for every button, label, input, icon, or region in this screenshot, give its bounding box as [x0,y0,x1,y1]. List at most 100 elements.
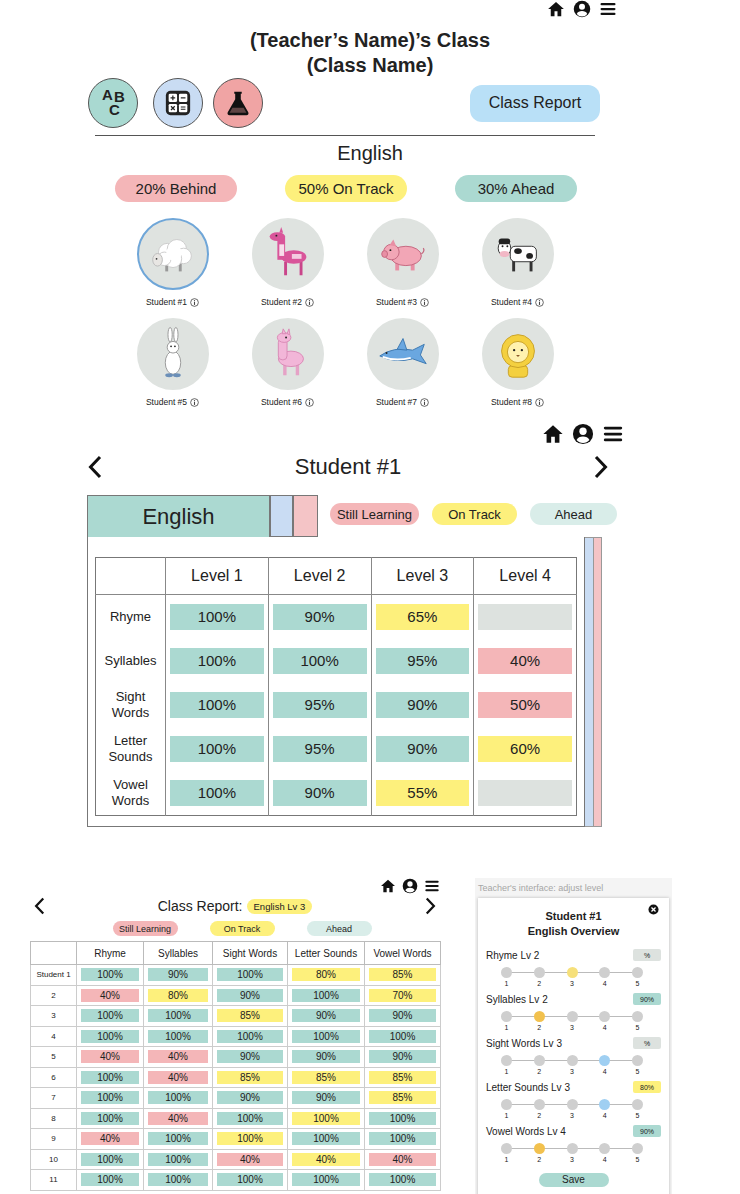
subject-button[interactable] [153,78,203,128]
class-report-button[interactable]: Class Report [470,85,600,122]
subject-button[interactable] [213,78,263,128]
table-row: 11100%100%100%100%100% [31,1170,441,1191]
table-cell: 100% [166,683,269,727]
slider-dot[interactable] [632,1099,643,1110]
animal-icon [144,225,202,283]
subject-button[interactable]: ABC [88,78,138,128]
table-cell: 95% [371,639,474,683]
menu-icon[interactable] [599,0,617,18]
slider-dot[interactable] [632,1011,643,1022]
user-icon[interactable] [402,878,418,894]
slider-dot[interactable] [632,1143,643,1154]
info-icon[interactable] [305,298,314,307]
slider-dot[interactable] [599,1055,610,1066]
dot-label: 1 [501,1022,512,1033]
menu-icon[interactable] [602,423,624,445]
student-avatar[interactable] [367,218,439,290]
level-slider[interactable] [501,1142,643,1154]
score-cell: 100% [170,692,264,718]
student-avatar[interactable] [367,318,439,390]
save-button[interactable]: Save [539,1173,609,1187]
table-row: 8100%40%100%100%100% [31,1108,441,1129]
table-cell: 100% [77,965,144,986]
student-avatar[interactable] [137,218,209,290]
summary-pill: 20% Behind [115,175,237,202]
level-slider[interactable] [501,1054,643,1066]
info-icon[interactable] [190,398,199,407]
info-icon[interactable] [305,398,314,407]
row-label: 2 [31,985,77,1006]
dot-label: 2 [534,1022,545,1033]
student-avatar[interactable] [137,318,209,390]
user-icon[interactable] [572,423,594,445]
overview-panel: Student #1English OverviewRhyme Lv 2%123… [478,898,669,1194]
slider-dot[interactable] [599,1099,610,1110]
slider-dot[interactable] [567,1011,578,1022]
home-icon[interactable] [542,423,564,445]
level-tag: English Lv 3 [247,899,313,914]
chevron-right-icon[interactable] [594,455,608,479]
slider-dot[interactable] [599,1011,610,1022]
slider-dot[interactable] [534,967,545,978]
slider-dot[interactable] [534,1143,545,1154]
slider-dot[interactable] [599,967,610,978]
student-label: Student #5 [146,396,199,408]
user-icon[interactable] [573,0,591,18]
slider-dot[interactable] [567,1143,578,1154]
class-view: (Teacher’s Name)’s Class(Class Name)ABCC… [0,0,740,418]
table-row: 3100%100%85%90%90% [31,1006,441,1027]
slider-dot[interactable] [534,1055,545,1066]
student-label: Student #3 [376,296,429,308]
slider-dot[interactable] [534,1011,545,1022]
student-avatar[interactable] [252,218,324,290]
slider-dot[interactable] [501,1055,512,1066]
level-slider[interactable] [501,966,643,978]
slider-dot[interactable] [534,1099,545,1110]
score-cell: 100% [148,1153,208,1166]
student-avatar[interactable] [482,318,554,390]
student-avatar[interactable] [482,218,554,290]
student-avatar[interactable] [252,318,324,390]
student-label: Student #2 [261,296,314,308]
info-icon[interactable] [420,398,429,407]
score-cell: 55% [376,780,470,806]
info-icon[interactable] [420,298,429,307]
header-icons [0,0,740,18]
table-cell: 100% [77,1067,144,1088]
tab-row: EnglishStill LearningOn TrackAhead [87,495,740,537]
slider-dot[interactable] [567,1099,578,1110]
slider-dot[interactable] [501,1011,512,1022]
home-icon[interactable] [380,878,396,894]
slider-dot[interactable] [599,1143,610,1154]
slider-dot[interactable] [501,1143,512,1154]
close-icon[interactable] [648,904,659,915]
score-cell: 90% [292,1091,360,1104]
table-cell: 40% [365,1149,441,1170]
table-cell [474,595,577,640]
info-icon[interactable] [190,298,199,307]
slider-dot[interactable] [567,1055,578,1066]
subject-tab[interactable] [270,495,293,537]
chevron-left-icon[interactable] [88,455,102,479]
info-icon[interactable] [535,398,544,407]
slider-dot[interactable] [632,1055,643,1066]
chevron-right-icon[interactable] [425,897,436,915]
student-panel: EnglishStill LearningOn TrackAheadLevel … [87,495,740,827]
subject-tab[interactable] [293,495,318,537]
info-icon[interactable] [535,298,544,307]
table-cell: 100% [213,965,288,986]
level-slider[interactable] [501,1098,643,1110]
slider-dot[interactable] [501,967,512,978]
menu-icon[interactable] [424,878,440,894]
slider-dot[interactable] [567,967,578,978]
home-icon[interactable] [547,0,565,18]
col [166,558,269,816]
chevron-left-icon[interactable] [34,897,45,915]
interface-caption: Teacher's interface: adjust level [475,878,672,898]
slider-list: Rhyme Lv 2%12345Syllables Lv 290%12345Si… [486,948,661,1168]
slider-dot[interactable] [632,967,643,978]
subject-tab[interactable]: English [87,495,270,537]
dot-label: 4 [599,1022,610,1033]
slider-dot[interactable] [501,1099,512,1110]
level-slider[interactable] [501,1010,643,1022]
